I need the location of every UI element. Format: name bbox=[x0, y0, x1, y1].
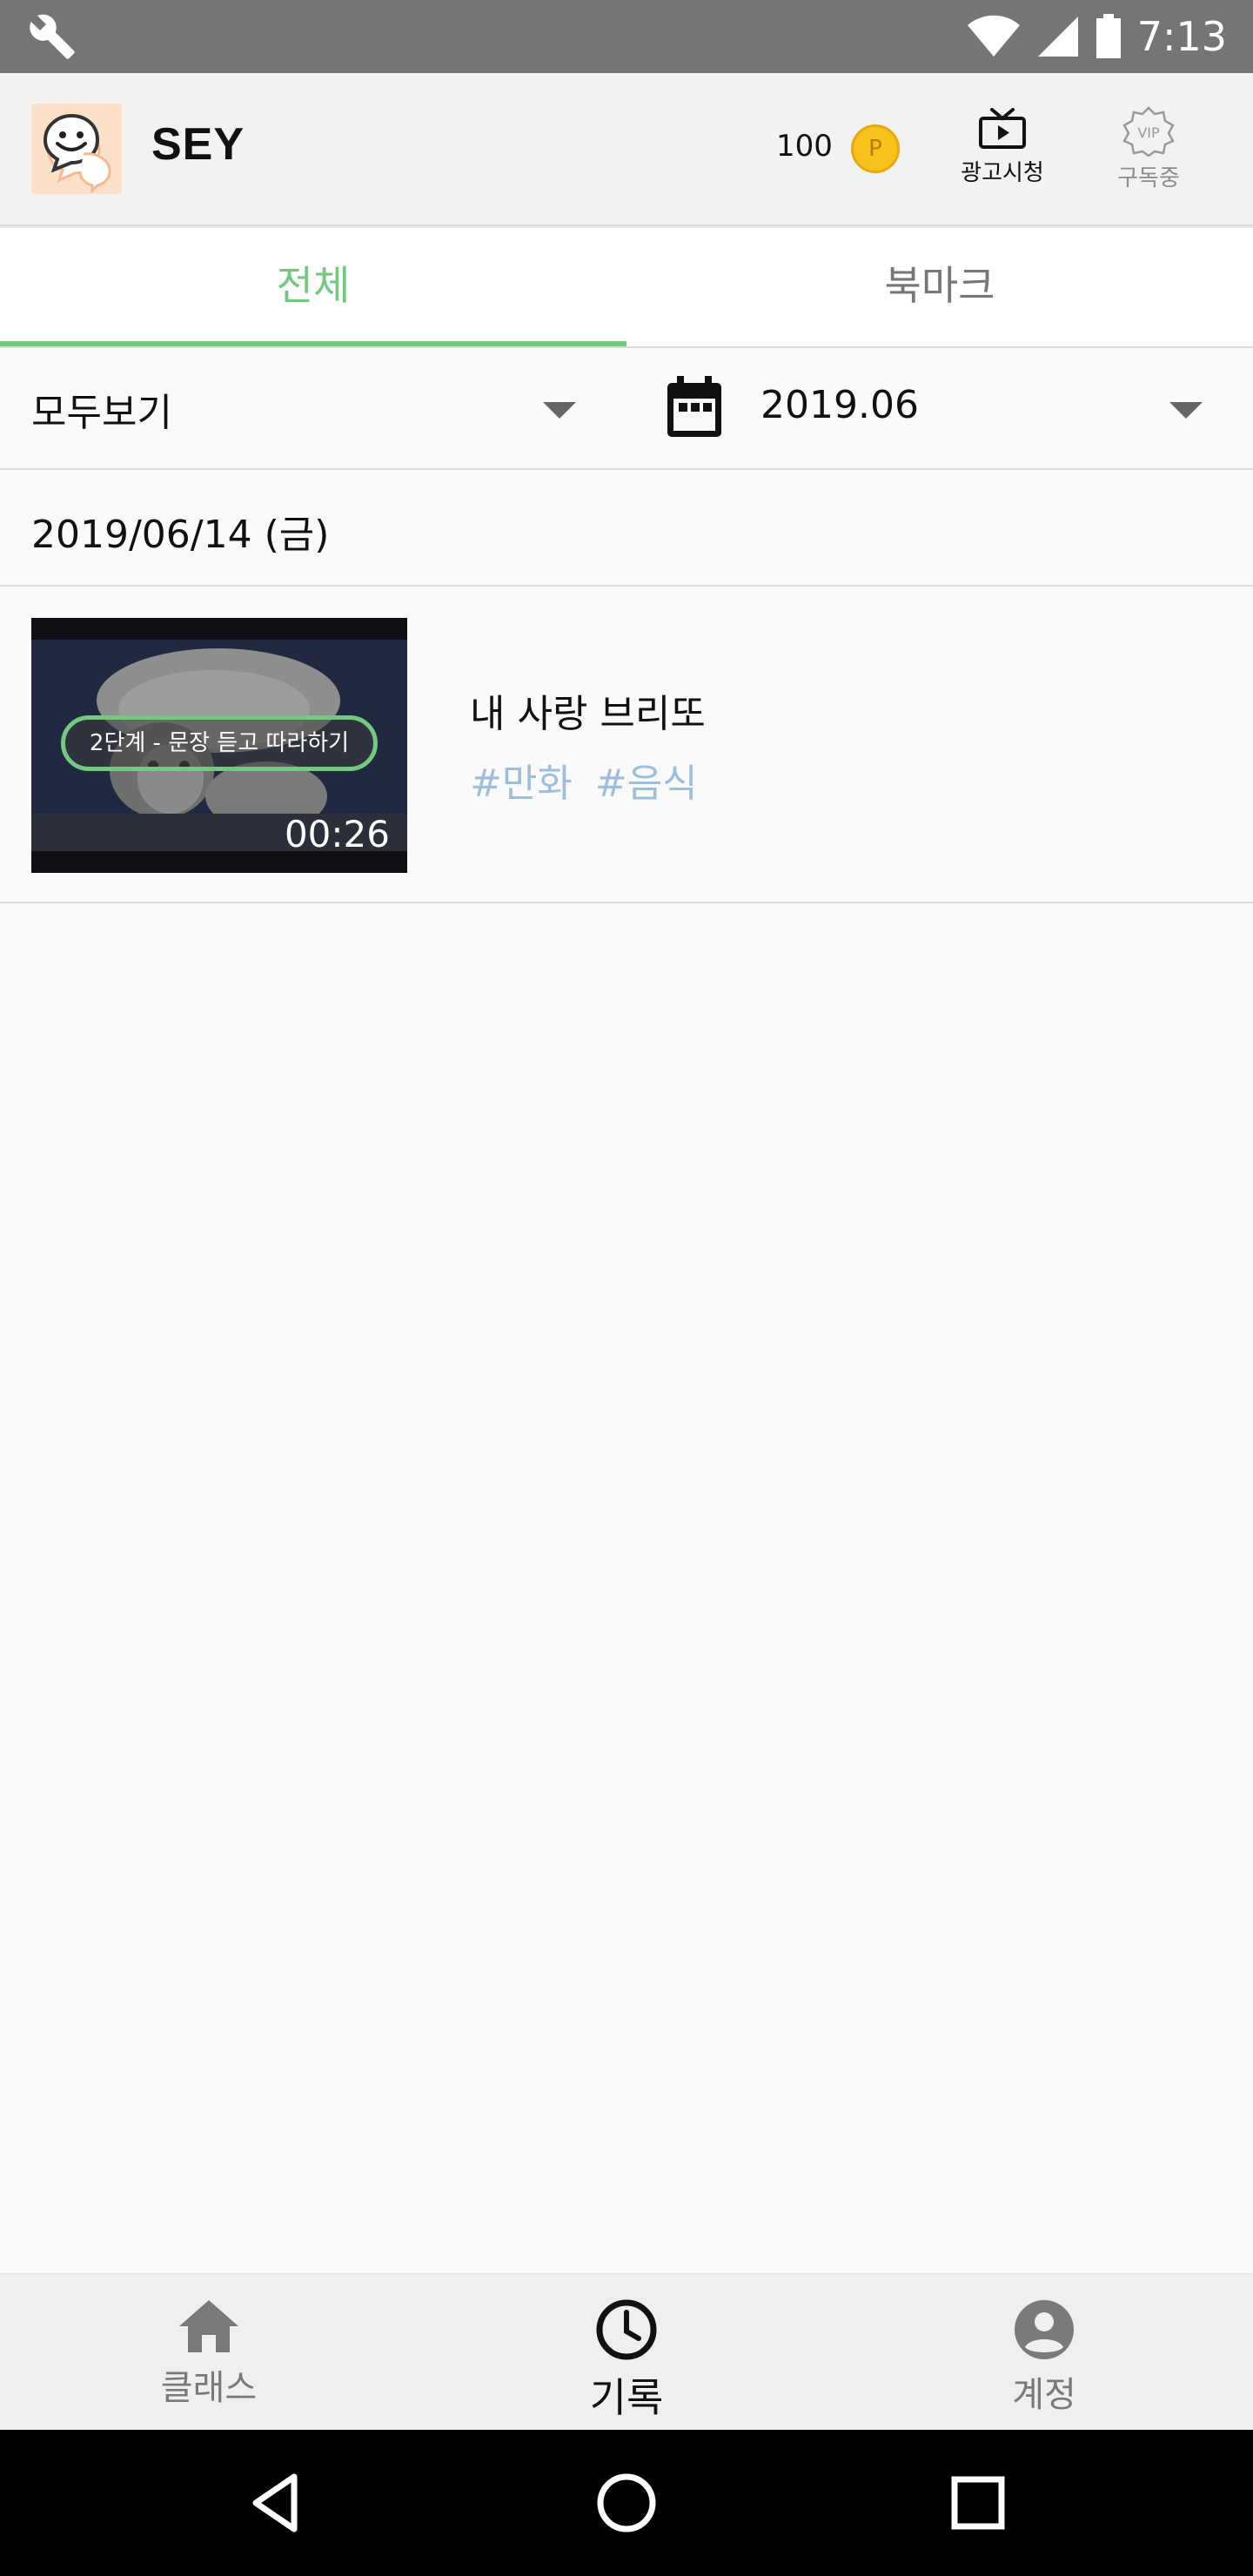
step-badge: 2단계 - 문장 듣고 따라하기 bbox=[61, 715, 378, 771]
tv-icon bbox=[979, 108, 1026, 149]
back-icon[interactable] bbox=[240, 2466, 313, 2539]
tab-all[interactable]: 전체 bbox=[0, 228, 626, 346]
vip-badge-icon: VIP bbox=[1122, 106, 1175, 157]
tab-bookmark[interactable]: 북마크 bbox=[626, 228, 1253, 346]
date-section-header: 2019/06/14 (금) bbox=[0, 470, 1253, 587]
chevron-down-icon bbox=[1169, 402, 1203, 419]
signal-icon bbox=[1037, 17, 1078, 57]
tag-link[interactable]: #음식 bbox=[595, 761, 698, 806]
filter-row: 모두보기 2019.06 bbox=[0, 348, 1253, 470]
subscription-button[interactable]: VIP 구독중 bbox=[1095, 106, 1203, 204]
month-value: 2019.06 bbox=[761, 383, 919, 427]
app-title: SEY bbox=[151, 119, 245, 170]
tag-list: #만화 #음식 bbox=[470, 752, 698, 808]
calendar-icon bbox=[667, 376, 721, 437]
nav-history[interactable]: 기록 bbox=[505, 2274, 748, 2431]
nav-class[interactable]: 클래스 bbox=[87, 2274, 331, 2431]
video-title: 내 사랑 브리또 bbox=[470, 692, 706, 736]
nav-class-label: 클래스 bbox=[160, 2368, 258, 2408]
nav-history-label: 기록 bbox=[589, 2374, 664, 2421]
home-circle-icon[interactable] bbox=[590, 2466, 663, 2539]
date-label: 2019/06/14 (금) bbox=[31, 513, 330, 557]
battery-icon bbox=[1096, 14, 1121, 58]
wrench-icon bbox=[30, 14, 75, 59]
nav-account-label: 계정 bbox=[1012, 2375, 1076, 2415]
svg-text:VIP: VIP bbox=[1137, 124, 1160, 141]
watch-ad-label: 광고시청 bbox=[961, 160, 1044, 186]
recents-icon[interactable] bbox=[941, 2466, 1015, 2539]
tab-bar: 전체 북마크 bbox=[0, 228, 1253, 348]
account-icon bbox=[1015, 2300, 1074, 2359]
tag-link[interactable]: #만화 bbox=[470, 761, 573, 806]
home-icon bbox=[179, 2300, 238, 2352]
app-header: SEY 100 P 광고시청 VIP 구독중 bbox=[0, 73, 1253, 226]
watch-ad-button[interactable]: 광고시청 bbox=[948, 108, 1056, 204]
app-logo[interactable] bbox=[31, 104, 122, 194]
history-list-item[interactable]: 2단계 - 문장 듣고 따라하기 00:26 내 사랑 브리또 #만화 #음식 bbox=[0, 587, 1253, 903]
month-dropdown[interactable]: 2019.06 bbox=[626, 348, 1253, 468]
nav-account[interactable]: 계정 bbox=[922, 2274, 1166, 2431]
clock-icon bbox=[596, 2299, 657, 2360]
video-thumbnail[interactable]: 2단계 - 문장 듣고 따라하기 00:26 bbox=[31, 618, 407, 873]
status-time: 7:13 bbox=[1136, 13, 1227, 60]
category-dropdown[interactable]: 모두보기 bbox=[0, 348, 626, 468]
subscription-label: 구독중 bbox=[1117, 165, 1180, 191]
category-value: 모두보기 bbox=[31, 391, 172, 435]
system-navigation-bar bbox=[0, 2430, 1253, 2576]
video-duration: 00:26 bbox=[284, 813, 390, 855]
wifi-icon bbox=[967, 15, 1020, 57]
points-count: 100 bbox=[776, 129, 833, 164]
speech-bubble-icon bbox=[43, 113, 111, 194]
chevron-down-icon bbox=[543, 402, 576, 419]
status-bar: 7:13 bbox=[0, 0, 1253, 73]
coin-icon: P bbox=[851, 124, 900, 173]
bottom-navigation: 클래스 기록 계정 bbox=[0, 2273, 1253, 2430]
